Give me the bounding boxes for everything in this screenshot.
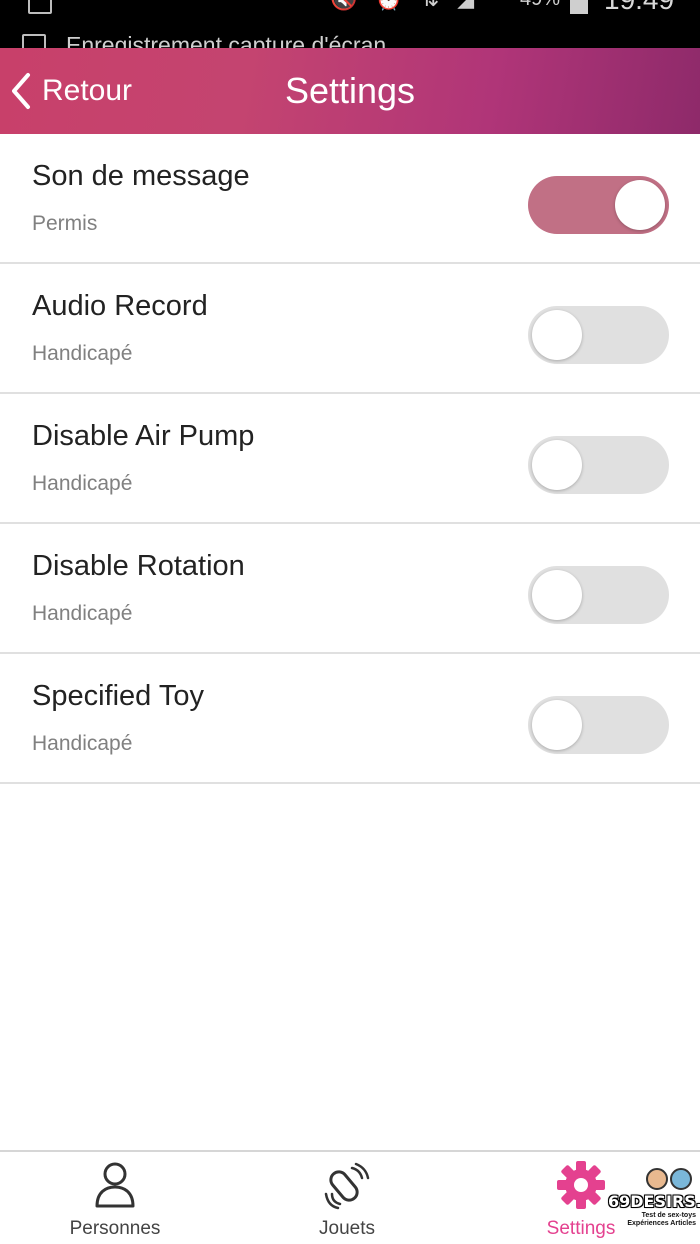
nav-label: Jouets — [319, 1218, 375, 1239]
status-icons: 🔇 ⏰ ⇅ ◢ — [330, 0, 474, 12]
notification-text: Enregistrement capture d'écran — [66, 32, 387, 48]
app-header: Retour Settings — [0, 48, 700, 134]
setting-status: Handicapé — [32, 472, 133, 495]
setting-status: Handicapé — [32, 342, 133, 365]
setting-title: Disable Rotation — [32, 550, 245, 582]
setting-row-message-sound: Son de message Permis — [0, 134, 700, 264]
setting-title: Disable Air Pump — [32, 420, 255, 452]
setting-title: Son de message — [32, 160, 250, 192]
setting-row-specified-toy: Specified Toy Handicapé — [0, 654, 700, 784]
watermark-text: 69DESIRS.FR — [608, 1192, 700, 1211]
alarm-icon: ⏰ — [375, 0, 402, 12]
toy-icon — [324, 1162, 370, 1210]
message-sound-toggle[interactable] — [528, 176, 669, 234]
toggle-knob — [532, 440, 582, 490]
specified-toy-toggle[interactable] — [528, 696, 669, 754]
audio-record-toggle[interactable] — [528, 306, 669, 364]
settings-list: Son de message Permis Audio Record Handi… — [0, 134, 700, 784]
setting-status: Permis — [32, 212, 98, 235]
setting-row-audio-record: Audio Record Handicapé — [0, 264, 700, 394]
toggle-knob — [532, 700, 582, 750]
setting-title: Audio Record — [32, 290, 208, 322]
setting-row-disable-air-pump: Disable Air Pump Handicapé — [0, 394, 700, 524]
status-row: 🔇 ⏰ ⇅ ◢ 49% 19:49 — [0, 0, 700, 16]
page-title: Settings — [284, 70, 416, 111]
setting-title: Specified Toy — [32, 680, 204, 712]
watermark-faces-icon — [646, 1168, 692, 1190]
data-transfer-icon: ⇅ — [421, 0, 439, 12]
battery-level: 49% — [520, 0, 560, 11]
gallery-icon — [28, 0, 52, 14]
watermark-logo: 69DESIRS.FR Test de sex-toys Expériences… — [606, 1168, 700, 1240]
status-time: 19:49 — [604, 0, 674, 16]
signal-icon: ◢ — [457, 0, 474, 12]
person-icon — [95, 1162, 135, 1208]
toggle-knob — [532, 570, 582, 620]
toggle-knob — [615, 180, 665, 230]
mute-icon: 🔇 — [330, 0, 357, 12]
setting-status: Handicapé — [32, 602, 133, 625]
disable-rotation-toggle[interactable] — [528, 566, 669, 624]
nav-item-personnes[interactable]: Personnes — [15, 1152, 215, 1244]
status-bar: 🔇 ⏰ ⇅ ◢ 49% 19:49 Enregistrement capture… — [0, 0, 700, 48]
nav-item-jouets[interactable]: Jouets — [247, 1152, 447, 1244]
notification-row[interactable]: Enregistrement capture d'écran — [0, 30, 700, 48]
screen-record-icon — [22, 34, 46, 48]
watermark-tagline: Test de sex-toys Expériences Articles — [627, 1212, 696, 1227]
toggle-knob — [532, 310, 582, 360]
bottom-nav: Personnes Jouets Settings — [0, 1150, 700, 1244]
nav-label: Personnes — [69, 1218, 161, 1239]
setting-row-disable-rotation: Disable Rotation Handicapé — [0, 524, 700, 654]
disable-air-pump-toggle[interactable] — [528, 436, 669, 494]
face-icon — [646, 1168, 668, 1190]
gear-icon — [557, 1161, 605, 1209]
battery-icon — [570, 0, 588, 14]
face-icon — [670, 1168, 692, 1190]
setting-status: Handicapé — [32, 732, 133, 755]
